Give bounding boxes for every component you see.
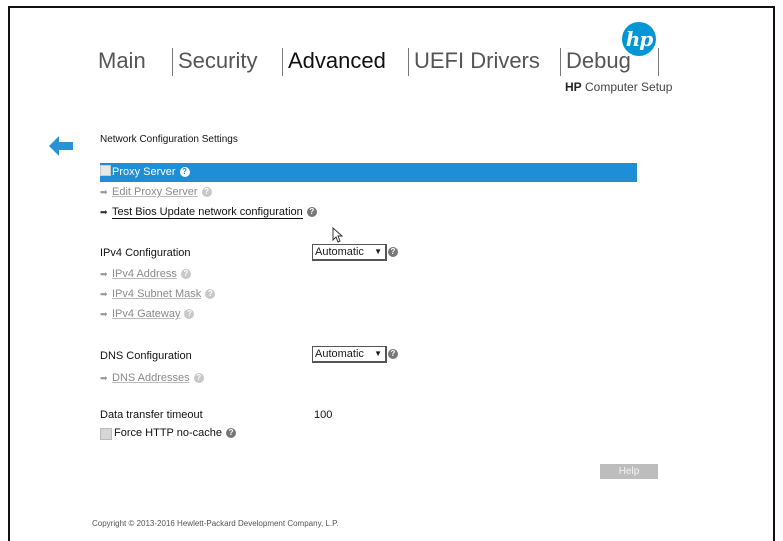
data-transfer-timeout-value[interactable]: 100 (314, 409, 332, 421)
force-http-no-cache-label: Force HTTP no-cache (114, 427, 223, 439)
help-icon[interactable]: ? (193, 373, 204, 384)
help-icon[interactable]: ? (201, 187, 212, 198)
back-arrow-icon[interactable] (49, 136, 73, 156)
arrow-right-icon: ➡ (100, 269, 108, 279)
ipv4-address-row: ➡ IPv4 Address? (100, 268, 191, 280)
arrow-right-icon: ➡ (100, 309, 108, 319)
ipv4-address-link[interactable]: IPv4 Address (112, 268, 177, 280)
caret-down-icon: ▼ (374, 247, 382, 256)
ipv4-subnet-mask-link[interactable]: IPv4 Subnet Mask (112, 288, 201, 300)
help-icon[interactable]: ? (388, 247, 398, 257)
tab-security[interactable]: Security (178, 46, 257, 78)
help-icon[interactable]: ? (180, 269, 191, 280)
subtitle-text: Computer Setup (581, 80, 673, 94)
mouse-cursor-icon (332, 227, 344, 243)
proxy-server-checkbox[interactable] (100, 165, 111, 176)
edit-proxy-server-row: ➡ Edit Proxy Server? (100, 186, 212, 198)
tab-divider (172, 48, 173, 76)
help-icon[interactable]: ? (179, 167, 190, 178)
edit-proxy-server-link[interactable]: Edit Proxy Server (112, 186, 198, 198)
force-http-no-cache-checkbox[interactable] (100, 428, 112, 440)
test-bios-update-link[interactable]: Test Bios Update network configuration (112, 206, 303, 219)
help-icon[interactable]: ? (388, 349, 398, 359)
tab-debug[interactable]: Debug (566, 46, 631, 78)
section-title: Network Configuration Settings (100, 134, 238, 145)
tab-advanced[interactable]: Advanced (288, 46, 386, 78)
help-icon[interactable]: ? (184, 309, 195, 320)
tab-divider (282, 48, 283, 76)
help-icon[interactable]: ? (226, 428, 237, 439)
dns-configuration-select[interactable]: Automatic ▼ (312, 346, 387, 363)
ipv4-subnet-mask-row: ➡ IPv4 Subnet Mask? (100, 288, 216, 300)
dns-selected-value: Automatic (315, 348, 364, 360)
proxy-server-label: Proxy Server (112, 166, 176, 178)
tab-divider (658, 48, 659, 76)
help-icon[interactable]: ? (205, 289, 216, 300)
proxy-server-row[interactable]: Proxy Server? (100, 163, 637, 182)
ipv4-configuration-label: IPv4 Configuration (100, 247, 191, 259)
arrow-right-icon: ➡ (100, 187, 108, 197)
arrow-right-icon: ➡ (100, 289, 108, 299)
arrow-right-icon: ➡ (100, 373, 108, 383)
app-subtitle: HP Computer Setup (565, 80, 672, 94)
tab-divider (408, 48, 409, 76)
dns-configuration-label: DNS Configuration (100, 350, 192, 362)
data-transfer-timeout-label: Data transfer timeout (100, 409, 203, 421)
ipv4-gateway-link[interactable]: IPv4 Gateway (112, 308, 180, 320)
copyright-text: Copyright © 2013-2016 Hewlett-Packard De… (92, 519, 339, 528)
test-bios-row: ➡ Test Bios Update network configuration? (100, 206, 317, 219)
help-icon[interactable]: ? (306, 207, 317, 218)
dns-addresses-link[interactable]: DNS Addresses (112, 372, 190, 384)
subtitle-brand: HP (565, 80, 582, 94)
force-http-no-cache-row: Force HTTP no-cache? (114, 427, 237, 439)
tab-uefi-drivers[interactable]: UEFI Drivers (414, 46, 540, 78)
tab-divider (560, 48, 561, 76)
arrow-right-icon: ➡ (100, 207, 108, 217)
ipv4-configuration-select[interactable]: Automatic ▼ (312, 244, 387, 261)
caret-down-icon: ▼ (374, 349, 382, 358)
help-button[interactable]: Help (600, 464, 658, 479)
dns-addresses-row: ➡ DNS Addresses? (100, 372, 204, 384)
ipv4-selected-value: Automatic (315, 246, 364, 258)
ipv4-gateway-row: ➡ IPv4 Gateway? (100, 308, 195, 320)
tab-main[interactable]: Main (98, 46, 146, 78)
